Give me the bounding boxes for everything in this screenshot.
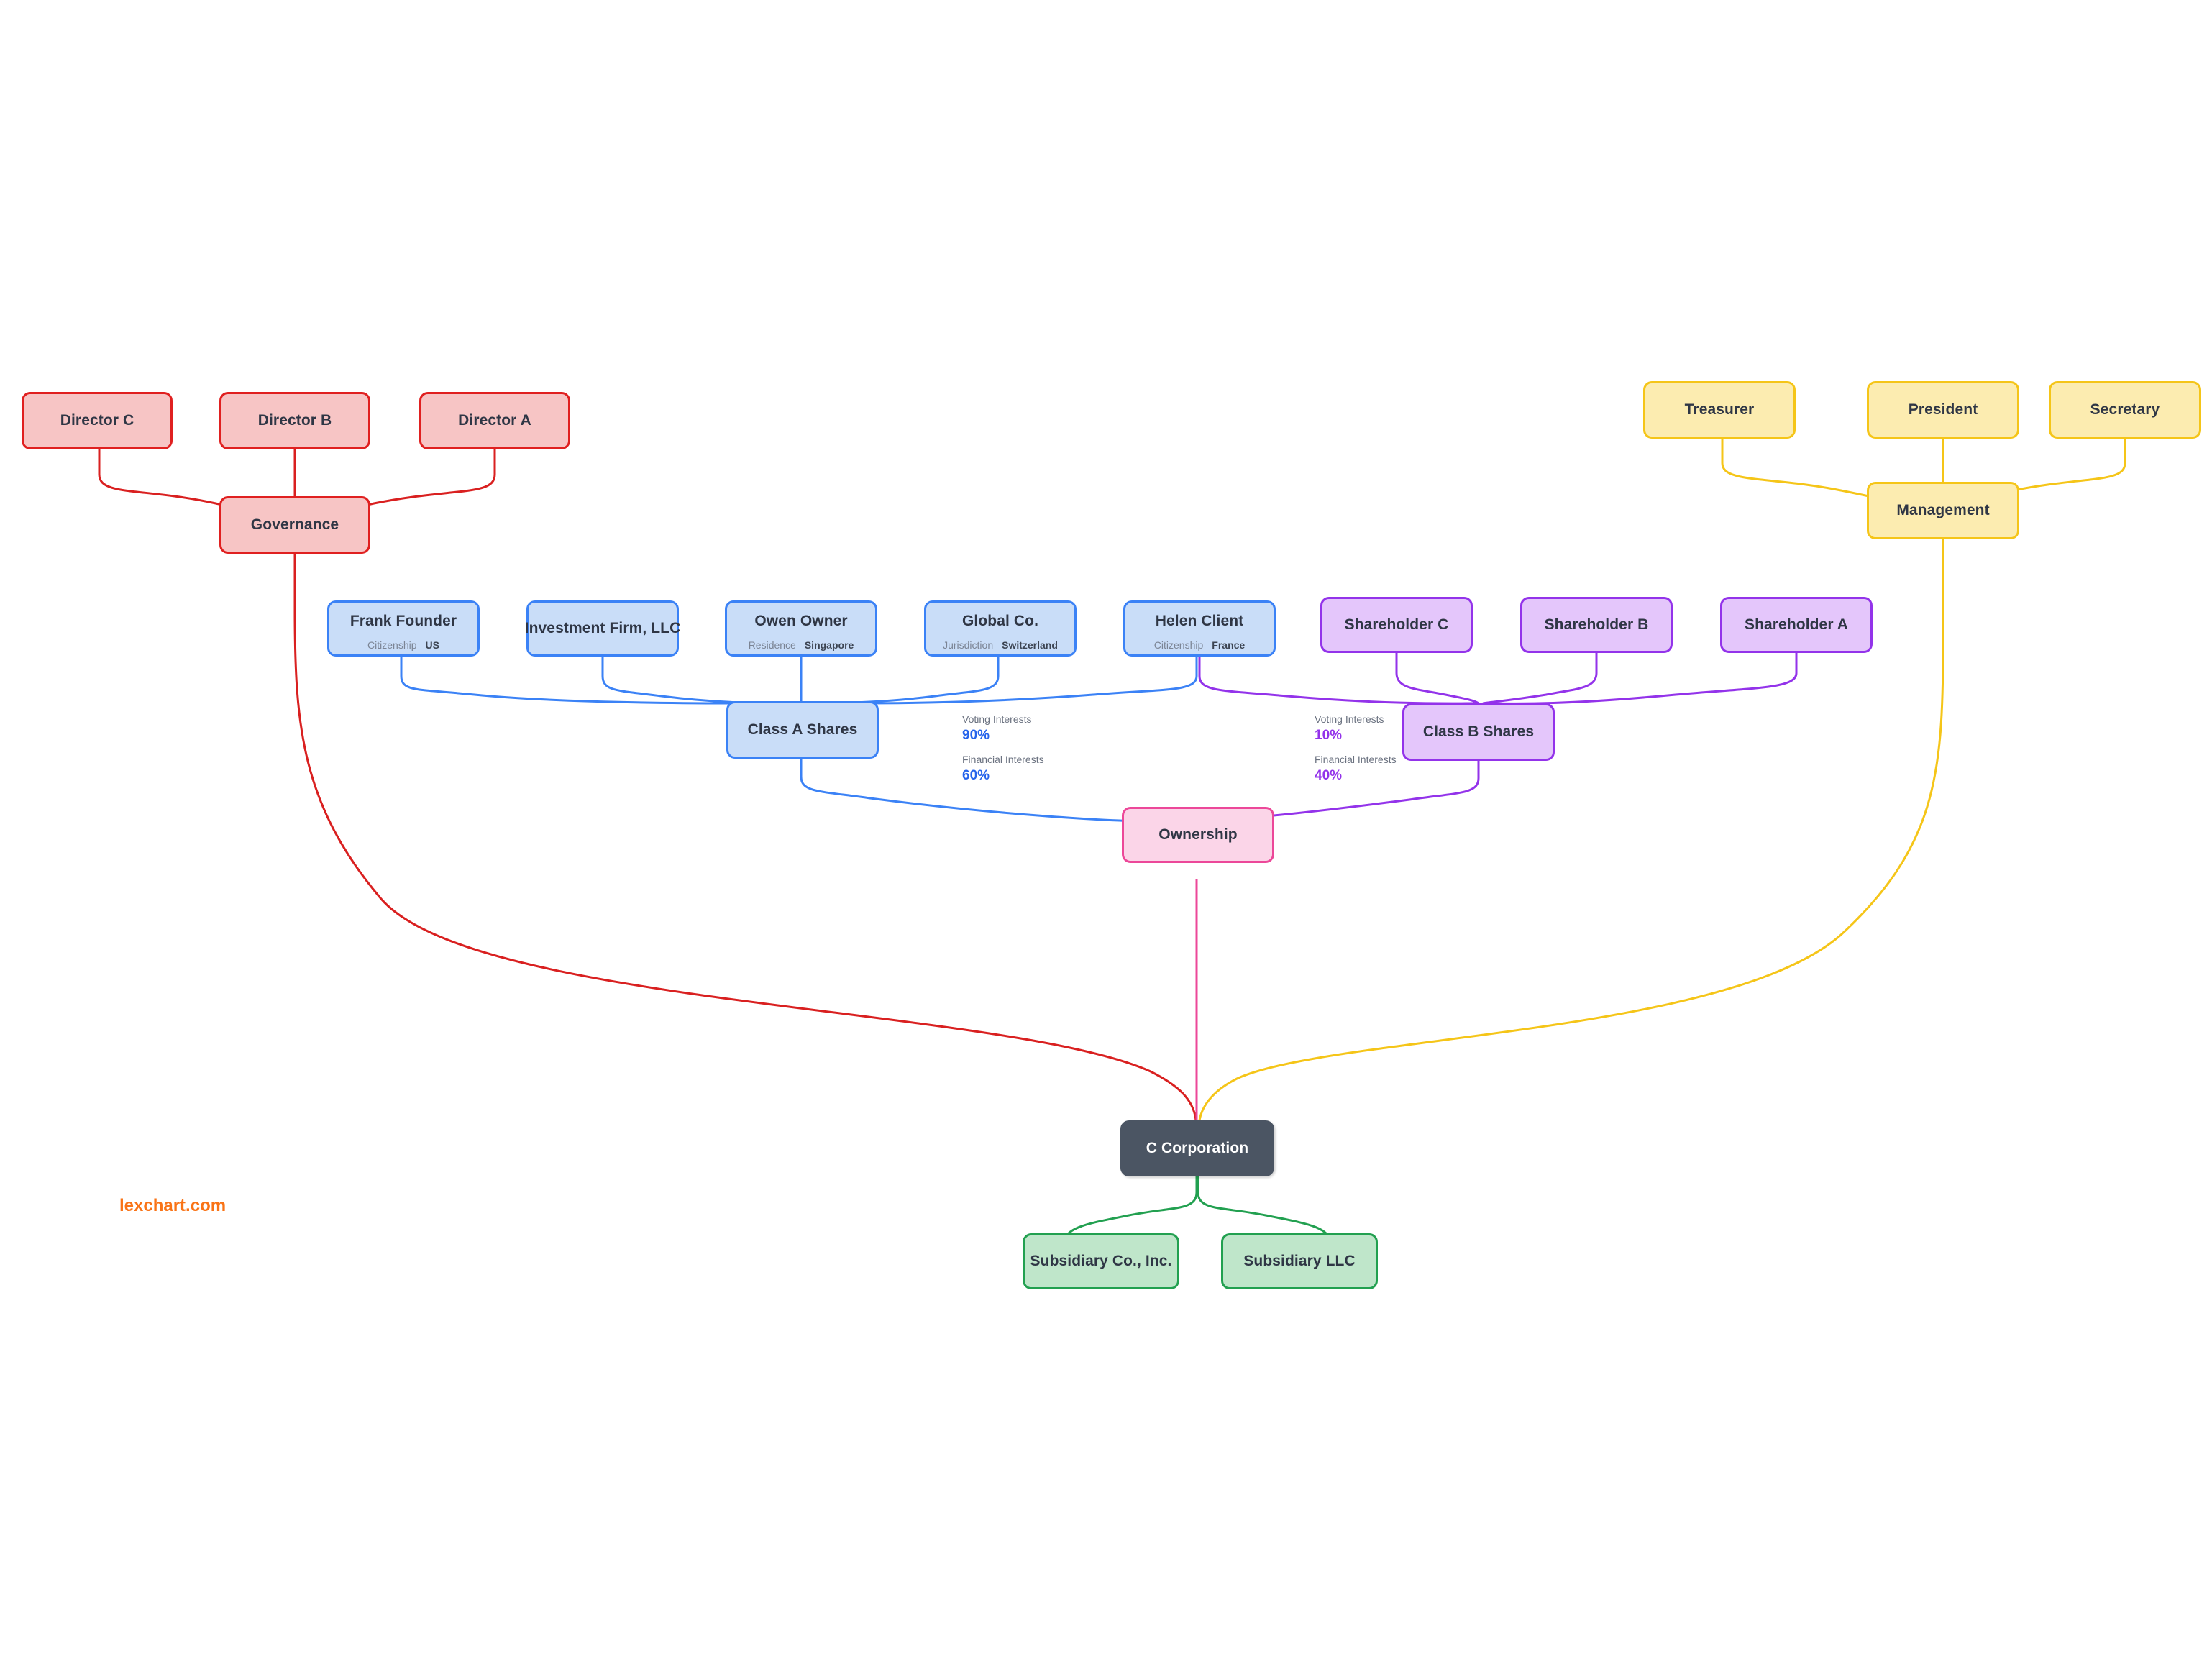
- class-a-financial-value: 60%: [962, 767, 990, 783]
- class-b-voting-value: 10%: [1315, 727, 1343, 743]
- node-president[interactable]: President: [1867, 381, 2019, 439]
- node-frank-founder-label: Frank Founder: [349, 613, 457, 629]
- node-ownership-label: Ownership: [1158, 826, 1238, 843]
- class-a-voting-label: Voting Interests: [962, 713, 1032, 725]
- class-b-financial-label: Financial Interests: [1315, 754, 1397, 765]
- attribute-label: Citizenship: [367, 639, 417, 652]
- node-class-b-shares-label: Class B Shares: [1422, 723, 1535, 740]
- node-director-a-label: Director A: [458, 411, 531, 429]
- node-class-b-shares[interactable]: Class B Shares: [1402, 703, 1555, 761]
- node-investment-firm-label: Investment Firm, LLC: [524, 619, 681, 636]
- node-subsidiary-llc-label: Subsidiary LLC: [1243, 1252, 1356, 1269]
- node-secretary[interactable]: Secretary: [2049, 381, 2201, 439]
- org-chart-canvas: Director C Director B Director A Governa…: [0, 0, 2212, 1659]
- attribute-value: Switzerland: [1002, 639, 1058, 652]
- node-shareholder-b-label: Shareholder B: [1544, 616, 1649, 633]
- attribute-value: US: [425, 639, 439, 652]
- node-treasurer[interactable]: Treasurer: [1643, 381, 1796, 439]
- node-c-corporation[interactable]: C Corporation: [1120, 1120, 1274, 1176]
- edge-frank-class-a: [400, 657, 785, 705]
- class-a-voting-value: 90%: [962, 727, 990, 743]
- node-shareholder-c-label: Shareholder C: [1344, 616, 1449, 633]
- attribute-label: Citizenship: [1153, 639, 1204, 652]
- node-global-co-label: Global Co.: [962, 613, 1038, 629]
- node-secretary-label: Secretary: [2090, 401, 2160, 418]
- node-owen-owner-label: Owen Owner: [754, 613, 848, 629]
- node-governance[interactable]: Governance: [219, 496, 370, 554]
- node-subsidiary-co-label: Subsidiary Co., Inc.: [1030, 1252, 1172, 1269]
- node-governance-label: Governance: [250, 516, 339, 533]
- class-b-financial-value: 40%: [1315, 767, 1343, 783]
- node-global-co[interactable]: Global Co. Jurisdiction Switzerland: [924, 600, 1077, 657]
- edge-shareholder-b-class-b: [1482, 653, 1598, 705]
- class-b-voting-label: Voting Interests: [1315, 713, 1384, 725]
- connector-layer: [98, 439, 2126, 1267]
- node-president-label: President: [1908, 401, 1978, 418]
- edge-investment-firm-class-a: [601, 657, 792, 705]
- class-a-financial-label: Financial Interests: [962, 754, 1044, 765]
- node-shareholder-b[interactable]: Shareholder B: [1520, 597, 1673, 653]
- attribute-value: France: [1212, 639, 1246, 652]
- node-director-b-label: Director B: [257, 411, 332, 429]
- node-subsidiary-llc[interactable]: Subsidiary LLC: [1221, 1233, 1378, 1289]
- node-global-co-attribute: Jurisdiction Switzerland: [943, 639, 1058, 651]
- node-shareholder-c[interactable]: Shareholder C: [1320, 597, 1473, 653]
- node-director-c-label: Director C: [60, 411, 134, 429]
- class-b-voting-interests: Voting Interests 10%: [1315, 713, 1384, 744]
- node-class-a-shares[interactable]: Class A Shares: [726, 701, 879, 759]
- node-director-c[interactable]: Director C: [22, 392, 173, 449]
- attribute-label: Residence: [748, 639, 796, 652]
- edge-shareholder-a-class-b: [1486, 653, 1798, 705]
- node-director-a[interactable]: Director A: [419, 392, 570, 449]
- class-a-financial-interests: Financial Interests 60%: [962, 754, 1044, 785]
- class-b-financial-interests: Financial Interests 40%: [1315, 754, 1397, 785]
- node-helen-client[interactable]: Helen Client Citizenship France: [1123, 600, 1276, 657]
- node-owen-owner[interactable]: Owen Owner Residence Singapore: [725, 600, 877, 657]
- node-shareholder-a[interactable]: Shareholder A: [1720, 597, 1873, 653]
- node-helen-client-label: Helen Client: [1155, 613, 1244, 629]
- node-c-corporation-label: C Corporation: [1146, 1139, 1249, 1156]
- node-frank-founder-attribute: Citizenship US: [367, 639, 439, 651]
- node-investment-firm[interactable]: Investment Firm, LLC: [524, 600, 681, 657]
- attribute-label: Jurisdiction: [943, 639, 994, 652]
- node-ownership[interactable]: Ownership: [1122, 807, 1274, 863]
- node-management-label: Management: [1896, 501, 1990, 518]
- attribute-value: Singapore: [804, 639, 854, 652]
- edge-helen-class-a: [816, 657, 1198, 705]
- node-shareholder-a-label: Shareholder A: [1744, 616, 1849, 633]
- edge-helen-class-b: [1198, 657, 1475, 705]
- node-owen-owner-attribute: Residence Singapore: [749, 639, 854, 651]
- node-class-a-shares-label: Class A Shares: [747, 721, 858, 738]
- edge-shareholder-c-class-b: [1395, 653, 1479, 705]
- node-subsidiary-co[interactable]: Subsidiary Co., Inc.: [1023, 1233, 1179, 1289]
- node-management[interactable]: Management: [1867, 482, 2019, 539]
- node-director-b[interactable]: Director B: [219, 392, 370, 449]
- class-a-voting-interests: Voting Interests 90%: [962, 713, 1032, 744]
- lexchart-watermark[interactable]: lexchart.com: [119, 1196, 226, 1216]
- node-frank-founder[interactable]: Frank Founder Citizenship US: [327, 600, 480, 657]
- node-helen-client-attribute: Citizenship France: [1154, 639, 1245, 651]
- edge-global-class-a: [810, 657, 1000, 705]
- node-treasurer-label: Treasurer: [1684, 401, 1755, 418]
